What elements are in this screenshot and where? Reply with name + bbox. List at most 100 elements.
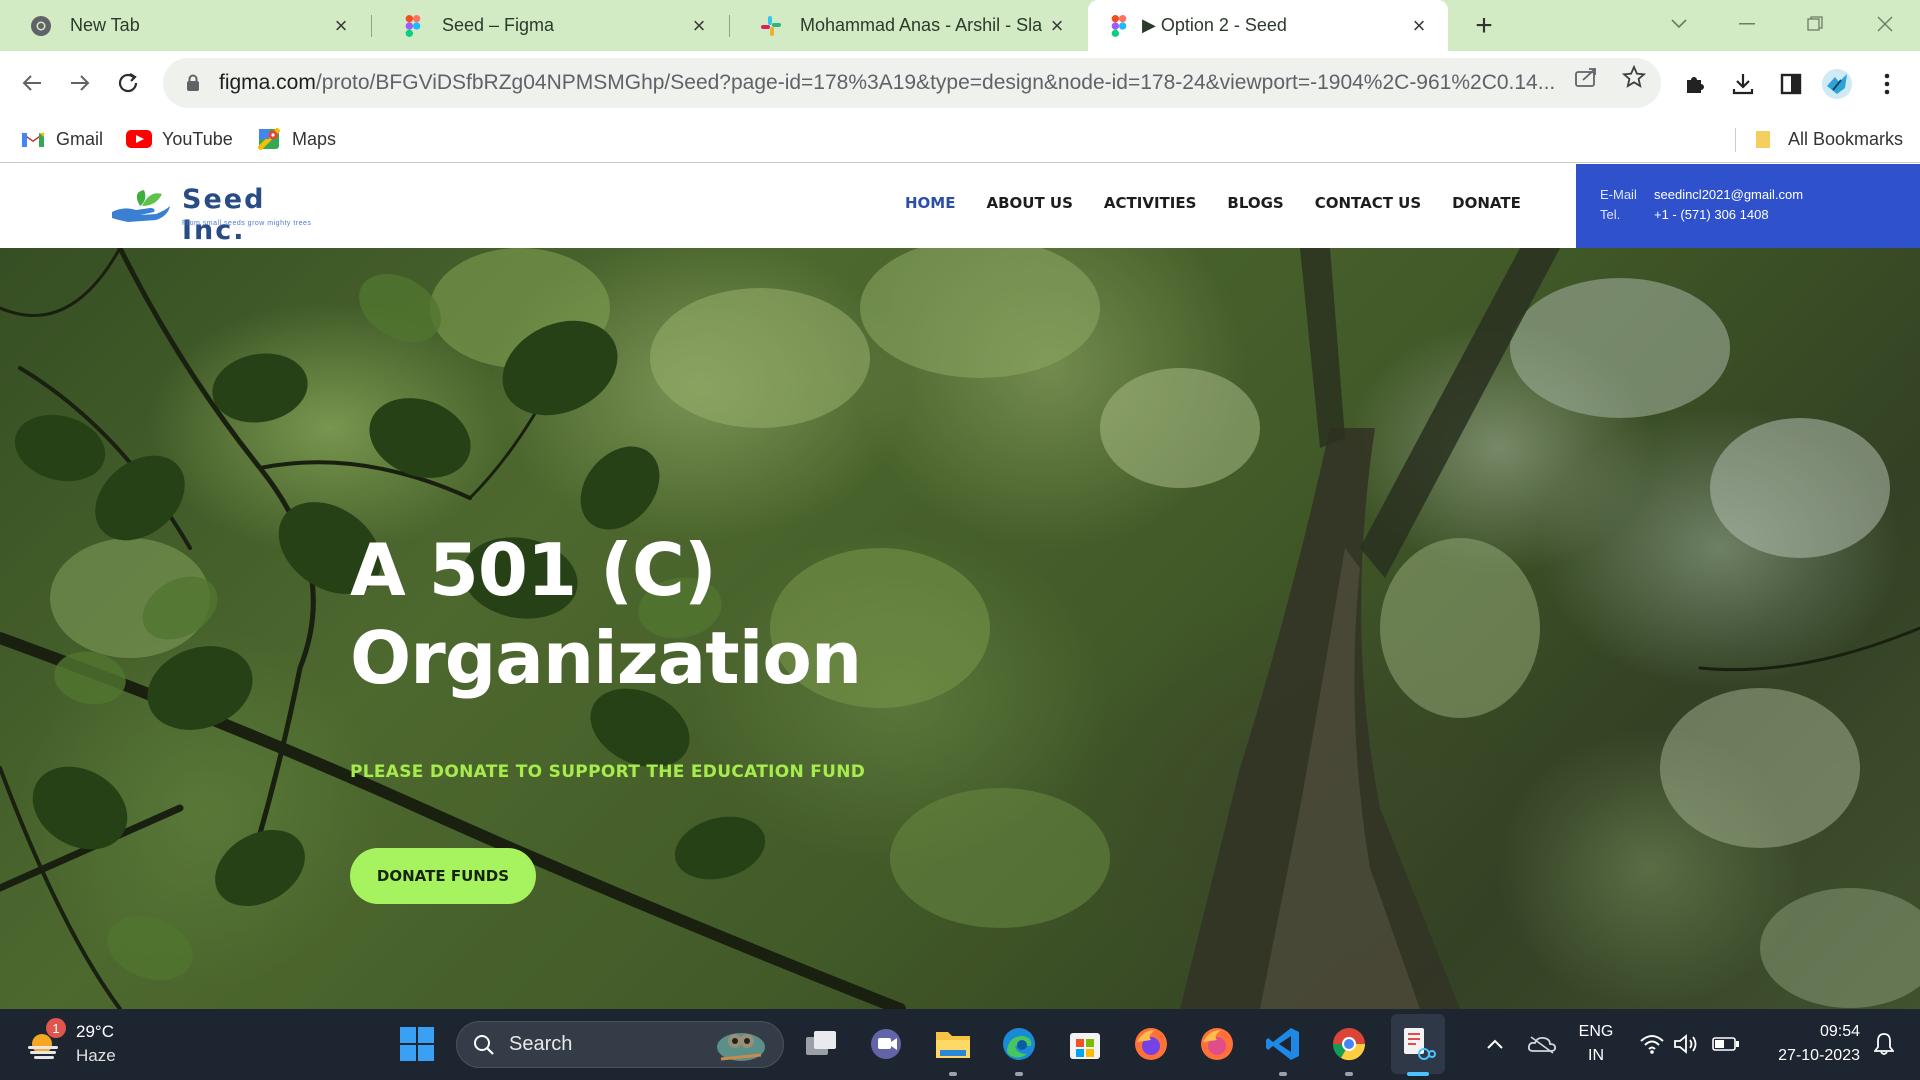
minimize-icon[interactable] [1722,6,1772,42]
chrome-icon [30,15,52,37]
search-highlight-icon [717,1033,765,1061]
tab-title: New Tab [70,15,140,35]
download-icon[interactable] [1726,67,1760,101]
show-hidden-icons-chevron[interactable] [1478,1023,1512,1065]
lock-icon[interactable] [181,74,205,92]
battery-icon[interactable] [1708,1023,1744,1065]
profile-avatar[interactable] [1820,67,1854,101]
bookmark-youtube[interactable]: YouTube [126,125,233,153]
clock-date: 27-10-2023 [1778,1047,1860,1064]
close-tab-icon[interactable]: × [684,11,714,41]
task-view-icon[interactable] [800,1023,842,1065]
side-panel-icon[interactable] [1774,67,1808,101]
contact-info-box: E-Mail seedincl2021@gmail.com Tel. +1 - … [1576,164,1920,248]
nav-home[interactable]: HOME [905,194,955,212]
figma-icon [1108,14,1130,37]
seed-logo[interactable]: Seed Inc. From small seeds grow mighty t… [110,182,330,246]
browser-toolbar: figma.com/proto/BFGViDSfbRZg04NPMSMGhp/S… [0,51,1920,116]
running-indicator [949,1072,957,1076]
brand-name: Seed Inc. [182,184,266,246]
snipping-tool-icon[interactable] [1397,1023,1439,1065]
bookmarks-bar: Gmail YouTube Maps All Bookmarks [0,116,1920,163]
new-tab-button[interactable]: + [1466,8,1502,44]
address-bar[interactable]: figma.com/proto/BFGViDSfbRZg04NPMSMGhp/S… [163,58,1661,108]
vscode-icon[interactable] [1262,1023,1304,1065]
nav-contact-us[interactable]: CONTACT US [1315,194,1421,212]
tab-title: Mohammad Anas - Arshil - Slack [800,15,1042,35]
tab-search-icon[interactable] [1654,6,1704,42]
url-path: /proto/BFGViDSfbRZg04NPMSMGhp/Seed?page-… [315,71,1556,94]
language-indicator[interactable]: ENG IN [1576,1020,1616,1068]
bookmark-label: Gmail [56,128,104,149]
bookmark-star-icon[interactable] [1620,63,1648,91]
hero-headline-line2: Organization [350,616,862,700]
edge-browser-icon[interactable] [998,1023,1040,1065]
url-text[interactable]: figma.com/proto/BFGViDSfbRZg04NPMSMGhp/S… [219,71,1559,95]
nav-about-us[interactable]: ABOUT US [986,194,1072,212]
tab-title: Seed – Figma [442,15,555,35]
figma-icon [402,14,424,37]
close-window-icon[interactable] [1860,6,1910,42]
weather-widget[interactable]: 1 29°C Haze [26,1018,156,1070]
back-arrow-icon [22,75,41,91]
chrome-taskbar-icon[interactable] [1328,1023,1370,1065]
bookmark-label: Maps [292,128,337,149]
taskbar-search-label: Search [509,1033,573,1055]
youtube-icon [126,128,152,150]
teams-chat-icon[interactable] [866,1023,908,1065]
back-button[interactable] [12,63,52,103]
reload-icon [118,73,138,93]
weather-notification-badge: 1 [46,1018,66,1038]
forward-button[interactable] [60,63,100,103]
firefox-icon[interactable] [1196,1023,1238,1065]
tel-value[interactable]: +1 - (571) 306 1408 [1654,207,1769,222]
microsoft-store-icon[interactable] [1064,1023,1106,1065]
reload-button[interactable] [108,63,148,103]
weather-condition: Haze [76,1046,116,1065]
email-label: E-Mail [1600,187,1637,202]
extensions-icon[interactable] [1678,67,1712,101]
firefox-icon[interactable] [1130,1023,1172,1065]
nav-activities[interactable]: ACTIVITIES [1104,194,1196,212]
tab-new-tab[interactable]: New Tab × [0,0,370,51]
close-tab-icon[interactable]: × [1404,11,1434,41]
hero-headline: A 501 (C) Organization [350,526,862,702]
contact-email-row: E-Mail seedincl2021@gmail.com [1600,187,1803,202]
volume-icon[interactable] [1670,1023,1702,1065]
seed-hand-leaf-icon [112,190,170,222]
all-bookmarks-button[interactable]: All Bookmarks [1752,125,1903,153]
share-icon[interactable] [1572,63,1600,91]
onedrive-icon[interactable] [1522,1023,1562,1065]
running-indicator [1345,1072,1353,1076]
taskbar-search[interactable]: Search [456,1021,784,1068]
close-tab-icon[interactable]: × [326,11,356,41]
nav-donate[interactable]: DONATE [1452,194,1521,212]
chrome-menu-icon[interactable] [1870,67,1904,101]
tel-label: Tel. [1600,207,1621,222]
system-clock[interactable]: 09:54 27-10-2023 [1756,1020,1860,1068]
tab-slack[interactable]: Mohammad Anas - Arshil - Slack × [730,0,1086,51]
restore-icon[interactable] [1790,6,1840,42]
donate-funds-button[interactable]: DONATE FUNDS [350,848,536,904]
windows-taskbar: 1 29°C Haze Search ENG IN 09:54 27-10-20… [0,1009,1920,1080]
forest-background-image [0,248,1920,1009]
notification-bell-icon[interactable] [1866,1023,1902,1065]
bookmark-gmail[interactable]: Gmail [20,125,103,153]
bookmark-label: YouTube [162,128,233,149]
tab-option2-seed[interactable]: ▶ Option 2 - Seed × [1088,0,1448,51]
nav-blogs[interactable]: BLOGS [1227,194,1283,212]
clock-time: 09:54 [1819,1023,1860,1040]
start-button[interactable] [396,1023,438,1065]
wifi-icon[interactable] [1636,1023,1668,1065]
language-code: ENG [1578,1023,1614,1040]
contact-tel-row: Tel. +1 - (571) 306 1408 [1600,207,1769,222]
file-explorer-icon[interactable] [932,1023,974,1065]
close-tab-icon[interactable]: × [1042,11,1072,41]
bookmark-maps[interactable]: Maps [256,125,336,153]
tab-seed-figma[interactable]: Seed – Figma × [372,0,728,51]
tab-title: ▶ Option 2 - Seed [1142,15,1287,35]
main-nav: HOME ABOUT US ACTIVITIES BLOGS CONTACT U… [905,194,1552,212]
forward-arrow-icon [71,75,90,91]
email-value[interactable]: seedincl2021@gmail.com [1654,187,1803,202]
windows-logo-icon [400,1027,434,1061]
